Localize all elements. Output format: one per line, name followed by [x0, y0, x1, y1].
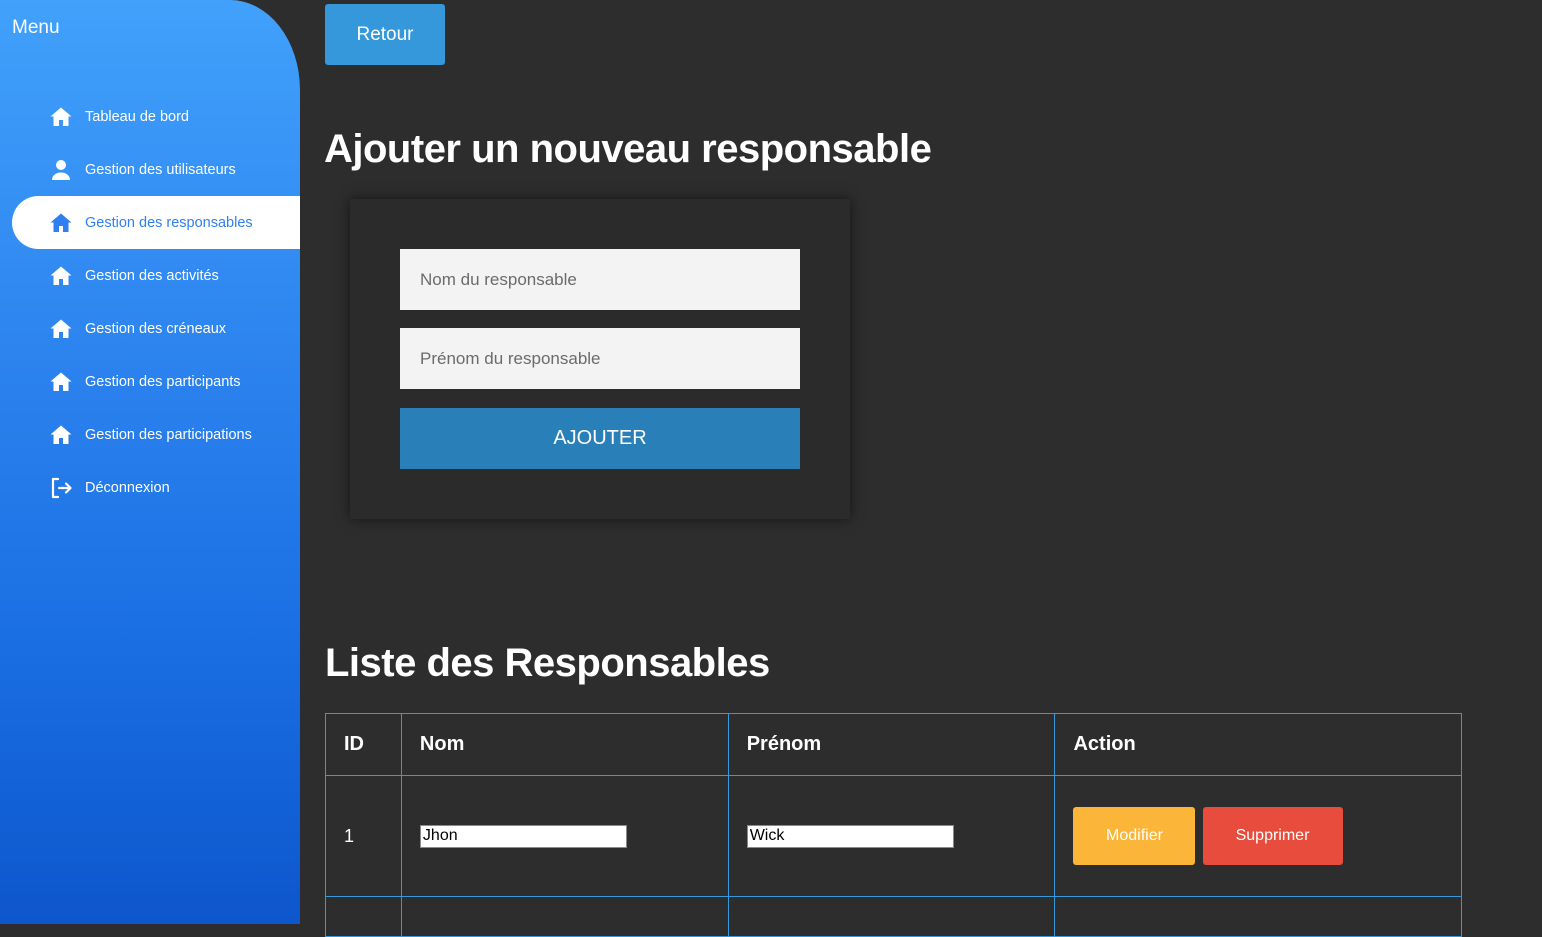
sidebar-item-creneaux[interactable]: Gestion des créneaux: [12, 302, 300, 355]
cell-nom: [400, 775, 729, 897]
header-id: ID: [325, 713, 402, 776]
nom-edit-input[interactable]: [419, 824, 627, 848]
user-icon: [49, 158, 73, 182]
header-action: Action: [1054, 713, 1462, 776]
sidebar-item-label: Gestion des activités: [85, 267, 219, 284]
sidebar-item-label: Gestion des participations: [85, 426, 252, 443]
sidebar-item-participations[interactable]: Gestion des participations: [12, 408, 300, 461]
sidebar-item-label: Gestion des participants: [85, 373, 241, 390]
header-nom: Nom: [400, 713, 729, 776]
table-row: 1 Modifier Supprimer: [325, 775, 1462, 897]
sidebar-item-activites[interactable]: Gestion des activités: [12, 249, 300, 302]
sidebar-item-label: Tableau de bord: [85, 108, 189, 125]
logout-icon: [49, 476, 73, 500]
home-icon: [49, 423, 73, 447]
home-icon: [49, 105, 73, 129]
home-icon: [49, 317, 73, 341]
prenom-edit-input[interactable]: [746, 824, 954, 848]
sidebar-item-label: Déconnexion: [85, 479, 170, 496]
sidebar-item-label: Gestion des utilisateurs: [85, 161, 236, 178]
table-row: [325, 896, 1462, 937]
sidebar-item-participants[interactable]: Gestion des participants: [12, 355, 300, 408]
responsables-table: ID Nom Prénom Action 1 Modifier Supprime…: [325, 713, 1462, 937]
add-responsable-form: AJOUTER: [350, 199, 850, 519]
home-icon: [49, 370, 73, 394]
sidebar-item-label: Gestion des créneaux: [85, 320, 227, 337]
home-icon: [49, 264, 73, 288]
home-icon: [49, 211, 73, 235]
nom-input[interactable]: [400, 249, 800, 310]
cell-id: 1: [325, 775, 402, 897]
list-section-title: Liste des Responsables: [325, 641, 770, 685]
sidebar-item-label: Gestion des responsables: [85, 214, 253, 231]
back-button[interactable]: Retour: [325, 4, 445, 65]
sidebar-item-utilisateurs[interactable]: Gestion des utilisateurs: [12, 143, 300, 196]
sidebar: Menu Tableau de bord Gestion des utilisa…: [0, 0, 300, 924]
add-section-title: Ajouter un nouveau responsable: [324, 127, 932, 171]
sidebar-nav: Tableau de bord Gestion des utilisateurs…: [0, 90, 300, 514]
sidebar-item-responsables[interactable]: Gestion des responsables: [12, 196, 300, 249]
add-button[interactable]: AJOUTER: [400, 408, 800, 469]
cell-action: Modifier Supprimer: [1054, 775, 1462, 897]
header-prenom: Prénom: [727, 713, 1056, 776]
prenom-input[interactable]: [400, 328, 800, 389]
table-header-row: ID Nom Prénom Action: [325, 713, 1462, 776]
modify-button[interactable]: Modifier: [1073, 807, 1196, 865]
delete-button[interactable]: Supprimer: [1202, 807, 1343, 865]
menu-title: Menu: [12, 17, 60, 38]
cell-prenom: [727, 775, 1056, 897]
sidebar-item-tableau-de-bord[interactable]: Tableau de bord: [12, 90, 300, 143]
sidebar-item-deconnexion[interactable]: Déconnexion: [12, 461, 300, 514]
